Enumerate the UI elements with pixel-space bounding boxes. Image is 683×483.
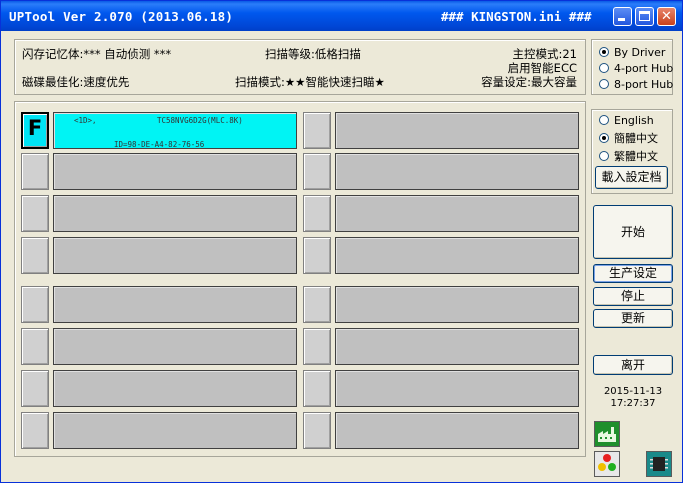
radio-selected-icon xyxy=(599,133,609,143)
disk-optimize-text: 磁碟最佳化:速度优先 xyxy=(22,75,130,89)
radio-icon xyxy=(599,115,609,125)
title-bar[interactable]: UPTool Ver 2.070 (2013.06.18) ### KINGST… xyxy=(1,1,682,31)
radio-icon xyxy=(599,79,609,89)
window-title: UPTool Ver 2.070 (2013.06.18) xyxy=(9,9,234,24)
traffic-light-graphic xyxy=(598,454,616,471)
exit-button[interactable]: 离开 xyxy=(593,355,673,375)
slot-display xyxy=(53,153,297,190)
slot-box xyxy=(303,195,331,232)
slot-display xyxy=(53,286,297,323)
slot-box xyxy=(303,286,331,323)
minimize-button[interactable] xyxy=(613,7,632,26)
factory-icon[interactable] xyxy=(594,421,620,447)
slot-display xyxy=(335,286,579,323)
radio-label: 繁體中文 xyxy=(614,150,658,163)
production-settings-button[interactable]: 生产设定 xyxy=(593,264,673,283)
memory-detect-text: 闪存记忆体:*** 自动侦测 *** xyxy=(22,47,172,61)
radio-label: By Driver xyxy=(614,46,666,59)
slot-display xyxy=(335,237,579,274)
slot-box xyxy=(303,412,331,449)
radio-icon xyxy=(599,151,609,161)
radio-english[interactable]: English xyxy=(599,114,654,127)
slot-display xyxy=(335,195,579,232)
port-options-panel: By Driver 4-port Hub 8-port Hub xyxy=(591,39,673,95)
slot-box xyxy=(303,328,331,365)
radio-by-driver[interactable]: By Driver xyxy=(599,46,665,59)
radio-label: 簡體中文 xyxy=(614,132,658,145)
slot-display xyxy=(53,328,297,365)
slot-display xyxy=(53,195,297,232)
traffic-light-icon[interactable] xyxy=(594,451,620,477)
chip-icon-graphic xyxy=(650,457,668,471)
slot-box xyxy=(21,195,49,232)
radio-selected-icon xyxy=(599,47,609,57)
slot-box xyxy=(21,237,49,274)
slot-display xyxy=(335,153,579,190)
start-button[interactable]: 开始 xyxy=(593,205,673,259)
slot-box xyxy=(303,237,331,274)
radio-simplified-chinese[interactable]: 簡體中文 xyxy=(599,130,658,146)
radio-label: 4-port Hub xyxy=(614,62,674,75)
slot-box xyxy=(21,370,49,407)
slot-display xyxy=(335,112,579,149)
slot-box xyxy=(21,286,49,323)
slot-display xyxy=(335,328,579,365)
slot-drive-letter: F xyxy=(21,112,49,149)
slot-device-index: <1D>, xyxy=(74,116,97,125)
factory-icon-graphic xyxy=(598,427,616,442)
close-button[interactable]: ✕ xyxy=(657,7,676,26)
capacity-text: 容量设定:最大容量 xyxy=(481,75,577,89)
slot-display xyxy=(53,370,297,407)
slot-flash-model: TC58NVG6D2G(MLC.8K) xyxy=(157,116,243,125)
slot-display xyxy=(53,237,297,274)
slot-box xyxy=(21,153,49,190)
slot-display-active: <1D>, TC58NVG6D2G(MLC.8K) ID=98-DE-A4-82… xyxy=(53,112,297,149)
clock-time: 17:27:37 xyxy=(610,398,656,409)
slot-box xyxy=(21,412,49,449)
slot-display xyxy=(335,412,579,449)
slot-box xyxy=(21,328,49,365)
slot-box xyxy=(303,153,331,190)
slot-flash-id: ID=98-DE-A4-82-76-56 xyxy=(114,140,205,149)
update-button[interactable]: 更新 xyxy=(593,309,673,328)
radio-4-port-hub[interactable]: 4-port Hub xyxy=(599,62,673,75)
radio-icon xyxy=(599,63,609,73)
slot-display xyxy=(335,370,579,407)
radio-label: 8-port Hub xyxy=(614,78,674,91)
maximize-button[interactable] xyxy=(635,7,654,26)
slot-box xyxy=(303,370,331,407)
drive-letter: F xyxy=(27,116,43,140)
main-window: UPTool Ver 2.070 (2013.06.18) ### KINGST… xyxy=(0,0,683,483)
info-panel: 闪存记忆体:*** 自动侦测 *** 磁碟最佳化:速度优先 扫描等级:低格扫描 … xyxy=(14,39,586,95)
close-icon: ✕ xyxy=(661,9,672,24)
slot-display xyxy=(53,412,297,449)
load-settings-button[interactable]: 載入設定档 xyxy=(595,166,668,189)
scan-level-text: 扫描等级:低格扫描 xyxy=(265,47,361,61)
slot-box xyxy=(303,112,331,149)
minimize-icon xyxy=(618,18,625,21)
stop-button[interactable]: 停止 xyxy=(593,287,673,306)
radio-8-port-hub[interactable]: 8-port Hub xyxy=(599,78,673,91)
clock-date: 2015-11-13 xyxy=(603,386,663,397)
device-slots-panel: F <1D>, TC58NVG6D2G(MLC.8K) ID=98-DE-A4-… xyxy=(14,101,586,457)
language-options-panel: English 簡體中文 繁體中文 載入設定档 xyxy=(591,109,673,194)
scan-mode-text: 扫描模式:★★智能快速扫瞄★ xyxy=(235,75,385,89)
radio-label: English xyxy=(614,114,654,127)
chip-icon[interactable] xyxy=(646,451,672,477)
radio-traditional-chinese[interactable]: 繁體中文 xyxy=(599,148,658,164)
maximize-icon xyxy=(639,11,650,21)
config-file-label: ### KINGSTON.ini ### xyxy=(441,9,592,24)
